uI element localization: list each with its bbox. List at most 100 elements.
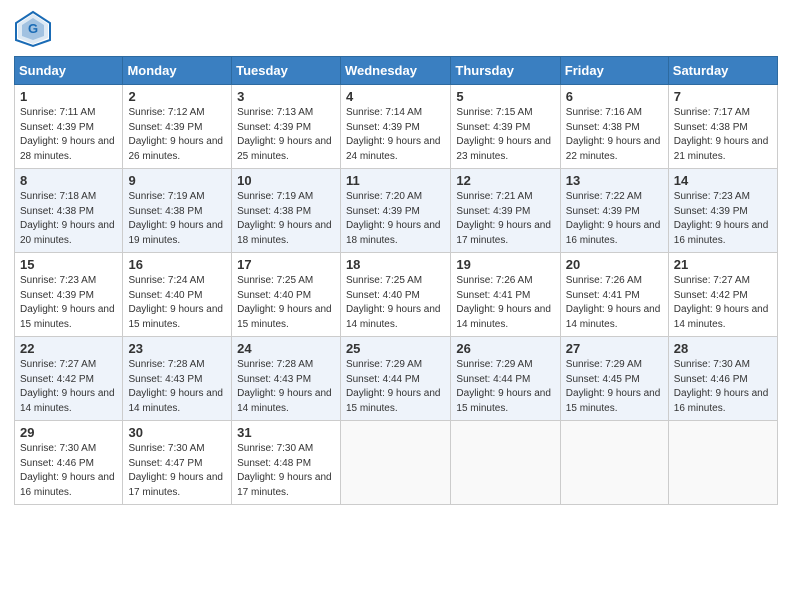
calendar-day-cell: 21 Sunrise: 7:27 AMSunset: 4:42 PMDayligh… xyxy=(668,253,777,337)
day-number: 23 xyxy=(128,341,226,356)
calendar-day-cell xyxy=(668,421,777,505)
calendar-header-row: SundayMondayTuesdayWednesdayThursdayFrid… xyxy=(15,57,778,85)
calendar-day-cell xyxy=(560,421,668,505)
day-number: 26 xyxy=(456,341,554,356)
calendar-day-cell: 15Sunrise: 7:23 AMSunset: 4:39 PMDayligh… xyxy=(15,253,123,337)
calendar-day-cell: 2Sunrise: 7:12 AMSunset: 4:39 PMDaylight… xyxy=(123,85,232,169)
day-number: 16 xyxy=(128,257,226,272)
day-info: Sunrise: 7:30 AMSunset: 4:46 PMDaylight:… xyxy=(20,443,115,498)
day-info: Sunrise: 7:16 AMSunset: 4:38 PMDaylight:… xyxy=(566,107,661,162)
day-number: 19 xyxy=(456,257,554,272)
day-info: Sunrise: 7:26 AMSunset: 4:41 PMDaylight:… xyxy=(566,275,661,330)
calendar-day-cell: 6 Sunrise: 7:16 AMSunset: 4:38 PMDaylight… xyxy=(560,85,668,169)
calendar-day-cell: 3 Sunrise: 7:13 AMSunset: 4:39 PMDaylight… xyxy=(232,85,341,169)
day-info: Sunrise: 7:30 AMSunset: 4:46 PMDaylight:… xyxy=(674,359,769,414)
weekday-header: Thursday xyxy=(451,57,560,85)
day-info: Sunrise: 7:25 AMSunset: 4:40 PMDaylight:… xyxy=(346,275,441,330)
day-info: Sunrise: 7:24 AMSunset: 4:40 PMDaylight:… xyxy=(128,275,223,330)
day-number: 31 xyxy=(237,425,335,440)
calendar-day-cell: 9 Sunrise: 7:19 AMSunset: 4:38 PMDaylight… xyxy=(123,169,232,253)
calendar-week-row: 15Sunrise: 7:23 AMSunset: 4:39 PMDayligh… xyxy=(15,253,778,337)
calendar-day-cell xyxy=(451,421,560,505)
day-number: 4 xyxy=(346,89,445,104)
calendar-week-row: 1 Sunrise: 7:11 AMSunset: 4:39 PMDaylight… xyxy=(15,85,778,169)
day-number: 29 xyxy=(20,425,117,440)
day-info: Sunrise: 7:15 AMSunset: 4:39 PMDaylight:… xyxy=(456,107,551,162)
day-info: Sunrise: 7:28 AMSunset: 4:43 PMDaylight:… xyxy=(237,359,332,414)
weekday-header: Tuesday xyxy=(232,57,341,85)
day-number: 11 xyxy=(346,173,445,188)
day-number: 21 xyxy=(674,257,772,272)
weekday-header: Wednesday xyxy=(340,57,450,85)
day-info: Sunrise: 7:29 AMSunset: 4:45 PMDaylight:… xyxy=(566,359,661,414)
weekday-header: Monday xyxy=(123,57,232,85)
calendar-day-cell xyxy=(340,421,450,505)
day-number: 27 xyxy=(566,341,663,356)
calendar-week-row: 8Sunrise: 7:18 AMSunset: 4:38 PMDaylight… xyxy=(15,169,778,253)
day-number: 10 xyxy=(237,173,335,188)
day-info: Sunrise: 7:29 AMSunset: 4:44 PMDaylight:… xyxy=(346,359,441,414)
calendar-day-cell: 17 Sunrise: 7:25 AMSunset: 4:40 PMDayligh… xyxy=(232,253,341,337)
logo: G xyxy=(14,10,56,48)
calendar-day-cell: 20Sunrise: 7:26 AMSunset: 4:41 PMDayligh… xyxy=(560,253,668,337)
calendar-table: SundayMondayTuesdayWednesdayThursdayFrid… xyxy=(14,56,778,505)
day-info: Sunrise: 7:23 AMSunset: 4:39 PMDaylight:… xyxy=(674,191,769,246)
calendar-day-cell: 16 Sunrise: 7:24 AMSunset: 4:40 PMDayligh… xyxy=(123,253,232,337)
day-info: Sunrise: 7:30 AMSunset: 4:48 PMDaylight:… xyxy=(237,443,332,498)
calendar-day-cell: 25Sunrise: 7:29 AMSunset: 4:44 PMDayligh… xyxy=(340,337,450,421)
day-info: Sunrise: 7:19 AMSunset: 4:38 PMDaylight:… xyxy=(128,191,223,246)
calendar-day-cell: 29 Sunrise: 7:30 AMSunset: 4:46 PMDayligh… xyxy=(15,421,123,505)
day-number: 28 xyxy=(674,341,772,356)
calendar-day-cell: 31 Sunrise: 7:30 AMSunset: 4:48 PMDayligh… xyxy=(232,421,341,505)
calendar-day-cell: 4 Sunrise: 7:14 AMSunset: 4:39 PMDaylight… xyxy=(340,85,450,169)
day-info: Sunrise: 7:26 AMSunset: 4:41 PMDaylight:… xyxy=(456,275,551,330)
day-info: Sunrise: 7:14 AMSunset: 4:39 PMDaylight:… xyxy=(346,107,441,162)
calendar-day-cell: 23 Sunrise: 7:28 AMSunset: 4:43 PMDayligh… xyxy=(123,337,232,421)
day-number: 18 xyxy=(346,257,445,272)
calendar-day-cell: 8Sunrise: 7:18 AMSunset: 4:38 PMDaylight… xyxy=(15,169,123,253)
day-info: Sunrise: 7:25 AMSunset: 4:40 PMDaylight:… xyxy=(237,275,332,330)
calendar-day-cell: 7Sunrise: 7:17 AMSunset: 4:38 PMDaylight… xyxy=(668,85,777,169)
day-number: 30 xyxy=(128,425,226,440)
weekday-header: Friday xyxy=(560,57,668,85)
day-info: Sunrise: 7:30 AMSunset: 4:47 PMDaylight:… xyxy=(128,443,223,498)
day-number: 17 xyxy=(237,257,335,272)
day-number: 3 xyxy=(237,89,335,104)
calendar-week-row: 29 Sunrise: 7:30 AMSunset: 4:46 PMDayligh… xyxy=(15,421,778,505)
header: G xyxy=(14,10,778,48)
calendar-day-cell: 5 Sunrise: 7:15 AMSunset: 4:39 PMDaylight… xyxy=(451,85,560,169)
calendar-day-cell: 11 Sunrise: 7:20 AMSunset: 4:39 PMDayligh… xyxy=(340,169,450,253)
day-number: 1 xyxy=(20,89,117,104)
calendar-day-cell: 19 Sunrise: 7:26 AMSunset: 4:41 PMDayligh… xyxy=(451,253,560,337)
day-number: 6 xyxy=(566,89,663,104)
day-info: Sunrise: 7:20 AMSunset: 4:39 PMDaylight:… xyxy=(346,191,441,246)
day-number: 7 xyxy=(674,89,772,104)
day-info: Sunrise: 7:23 AMSunset: 4:39 PMDaylight:… xyxy=(20,275,115,330)
calendar-day-cell: 18 Sunrise: 7:25 AMSunset: 4:40 PMDayligh… xyxy=(340,253,450,337)
calendar-day-cell: 26 Sunrise: 7:29 AMSunset: 4:44 PMDayligh… xyxy=(451,337,560,421)
day-info: Sunrise: 7:29 AMSunset: 4:44 PMDaylight:… xyxy=(456,359,551,414)
day-info: Sunrise: 7:11 AMSunset: 4:39 PMDaylight:… xyxy=(20,107,115,162)
calendar-day-cell: 14Sunrise: 7:23 AMSunset: 4:39 PMDayligh… xyxy=(668,169,777,253)
weekday-header: Sunday xyxy=(15,57,123,85)
logo-icon: G xyxy=(14,10,52,48)
day-info: Sunrise: 7:21 AMSunset: 4:39 PMDaylight:… xyxy=(456,191,551,246)
day-info: Sunrise: 7:13 AMSunset: 4:39 PMDaylight:… xyxy=(237,107,332,162)
day-info: Sunrise: 7:27 AMSunset: 4:42 PMDaylight:… xyxy=(674,275,769,330)
day-info: Sunrise: 7:28 AMSunset: 4:43 PMDaylight:… xyxy=(128,359,223,414)
calendar-day-cell: 12Sunrise: 7:21 AMSunset: 4:39 PMDayligh… xyxy=(451,169,560,253)
day-number: 9 xyxy=(128,173,226,188)
calendar-day-cell: 30 Sunrise: 7:30 AMSunset: 4:47 PMDayligh… xyxy=(123,421,232,505)
calendar-day-cell: 24 Sunrise: 7:28 AMSunset: 4:43 PMDayligh… xyxy=(232,337,341,421)
day-info: Sunrise: 7:27 AMSunset: 4:42 PMDaylight:… xyxy=(20,359,115,414)
day-number: 24 xyxy=(237,341,335,356)
calendar-day-cell: 22Sunrise: 7:27 AMSunset: 4:42 PMDayligh… xyxy=(15,337,123,421)
day-number: 2 xyxy=(128,89,226,104)
day-number: 5 xyxy=(456,89,554,104)
day-info: Sunrise: 7:19 AMSunset: 4:38 PMDaylight:… xyxy=(237,191,332,246)
day-info: Sunrise: 7:18 AMSunset: 4:38 PMDaylight:… xyxy=(20,191,115,246)
calendar-week-row: 22Sunrise: 7:27 AMSunset: 4:42 PMDayligh… xyxy=(15,337,778,421)
calendar-day-cell: 13Sunrise: 7:22 AMSunset: 4:39 PMDayligh… xyxy=(560,169,668,253)
day-info: Sunrise: 7:22 AMSunset: 4:39 PMDaylight:… xyxy=(566,191,661,246)
svg-text:G: G xyxy=(28,21,38,36)
